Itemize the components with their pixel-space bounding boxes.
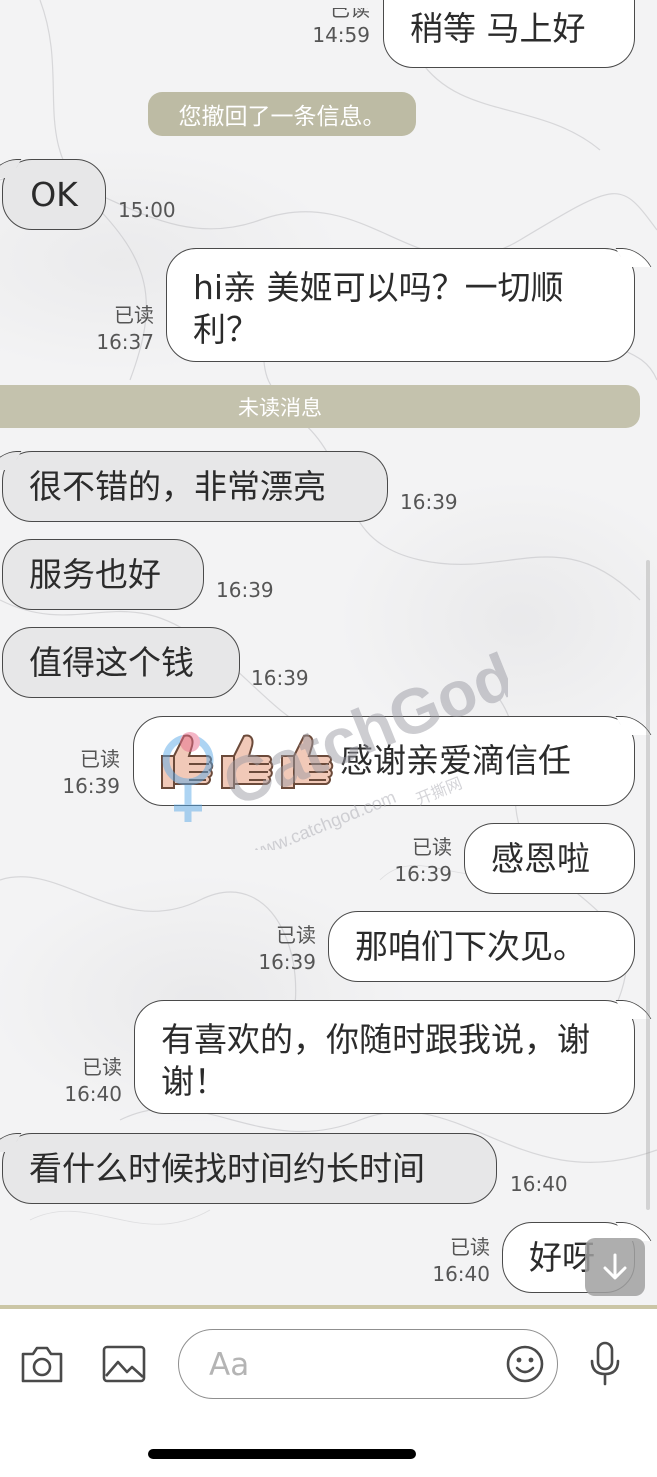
catchgod-watermark: CatchGod www.catchgod.com 开撕网 [162,639,508,850]
message-bubble-outgoing[interactable]: hi亲 美姬可以吗？一切顺利？ [166,248,635,362]
home-indicator [148,1449,416,1459]
camera-icon[interactable] [20,1344,64,1384]
timestamp: 15:00 [118,198,176,222]
arrow-down-icon [603,1253,627,1280]
read-receipt: 已读 [276,923,316,947]
message-text: 服务也好 [29,554,161,594]
scroll-to-bottom-button[interactable] [585,1238,645,1296]
microphone-icon[interactable] [588,1341,622,1387]
chat-area[interactable]: 稍等 马上好 已读 14:59 您撤回了一条信息。 OK 15:00 hi亲 美… [0,0,657,1305]
emoji-icon[interactable] [505,1344,545,1384]
message-bubble-outgoing[interactable]: 有喜欢的，你随时跟我说，谢谢！ [134,1000,635,1114]
timestamp: 16:37 [96,330,154,354]
read-receipt: 已读 [82,1055,122,1079]
timestamp: 16:40 [432,1262,490,1286]
system-notice: 您撤回了一条信息。 [148,92,416,136]
timestamp: 14:59 [312,23,370,47]
message-meta: 已读 16:40 [422,1234,490,1288]
read-receipt: 已读 [80,747,120,771]
message-meta: 已读 16:40 [54,1054,122,1108]
timestamp: 16:40 [510,1172,568,1196]
svg-text:开撕网: 开撕网 [413,773,465,809]
message-bubble-incoming[interactable]: 服务也好 [2,539,204,610]
message-input[interactable] [178,1329,558,1399]
read-receipt: 已读 [114,303,154,327]
timestamp: 16:39 [62,774,120,798]
message-text: 很不错的，非常漂亮 [29,466,326,506]
message-text: 看什么时候找时间约长时间 [29,1148,425,1188]
message-input-field[interactable] [207,1344,491,1386]
svg-text:CatchGod: CatchGod [213,639,508,820]
timestamp: 16:39 [216,578,274,602]
image-icon[interactable] [102,1344,146,1384]
message-meta: 已读 16:39 [52,746,120,800]
message-bubble-incoming[interactable]: 很不错的，非常漂亮 [2,451,388,522]
scrollbar[interactable] [646,560,650,1210]
timestamp: 16:40 [64,1082,122,1106]
timestamp: 16:39 [400,490,458,514]
message-text: hi亲 美姬可以吗？一切顺利？ [193,268,564,349]
message-meta: 已读 16:39 [248,922,316,976]
message-bubble-outgoing[interactable]: 那咱们下次见。 [328,911,635,982]
message-text: 有喜欢的，你随时跟我说，谢谢！ [161,1020,590,1101]
message-bubble-outgoing[interactable]: 稍等 马上好 [383,0,635,68]
message-bubble-incoming[interactable]: OK [2,159,106,230]
read-receipt: 已读 [450,1235,490,1259]
message-meta: 已读 14:59 [300,8,370,49]
message-text: 稍等 马上好 [410,8,586,48]
message-text: OK [30,174,78,214]
timestamp: 16:39 [394,862,452,886]
unread-divider: 未读消息 [0,385,640,428]
message-text: 那咱们下次见。 [355,926,586,966]
timestamp: 16:39 [258,950,316,974]
message-bubble-incoming[interactable]: 看什么时候找时间约长时间 [2,1133,497,1204]
composer-bar [0,1305,657,1477]
read-receipt: 已读 [330,8,370,21]
message-meta: 已读 16:37 [86,302,154,356]
